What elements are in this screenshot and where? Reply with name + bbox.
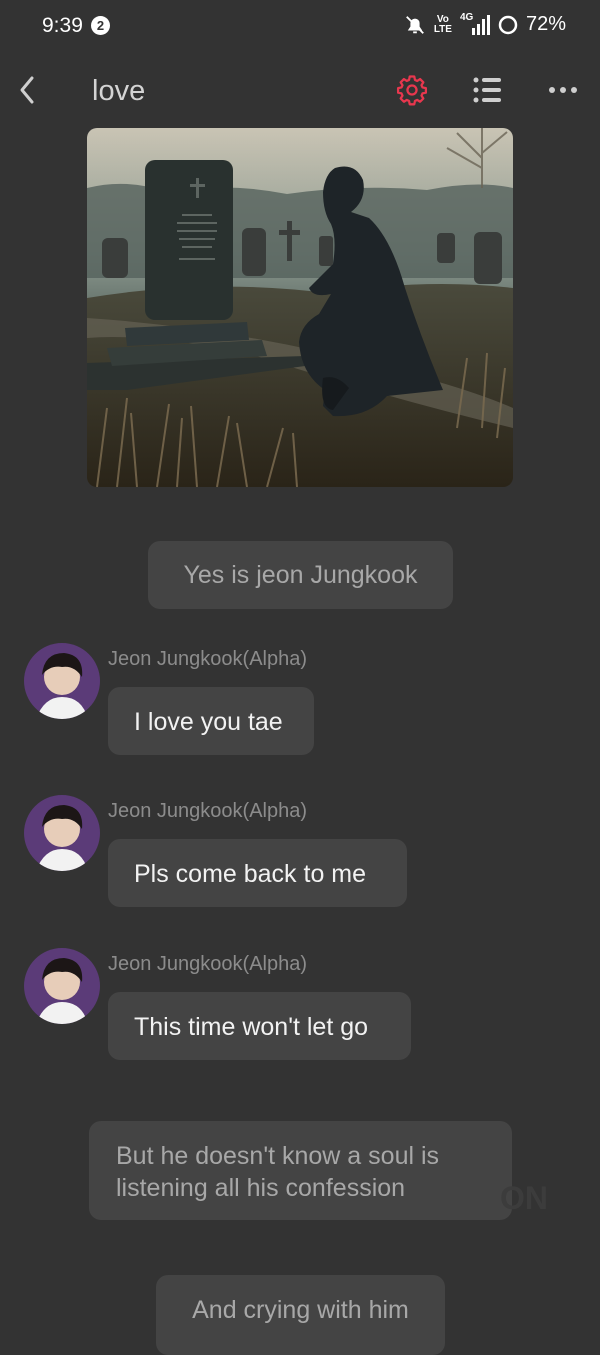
battery-percentage: 72%: [525, 13, 566, 35]
chevron-left-icon: [20, 76, 34, 104]
avatar[interactable]: [24, 643, 100, 719]
narration-bubble: Yes is jeon Jungkook: [148, 541, 453, 609]
avatar[interactable]: [24, 948, 100, 1024]
chapter-list-button[interactable]: [471, 75, 503, 105]
sender-name: Jeon Jungkook(Alpha): [108, 648, 308, 670]
volte-icon: Vo LTE: [433, 13, 452, 35]
watermark: ON: [500, 1180, 548, 1216]
sender-name: Jeon Jungkook(Alpha): [108, 800, 308, 822]
graveyard-scene-image[interactable]: [87, 128, 513, 487]
message-bubble: Pls come back to me: [108, 839, 407, 907]
avatar-portrait-icon: [24, 948, 100, 1024]
notification-count-badge: 2: [91, 16, 110, 35]
battery-icon: [498, 15, 518, 35]
status-time: 9:39: [42, 14, 83, 37]
message-bubble: This time won't let go: [108, 992, 411, 1060]
list-icon: [473, 77, 501, 103]
signal-icon: 4G: [460, 12, 490, 36]
avatar-portrait-icon: [24, 643, 100, 719]
narration-bubble: And crying with him: [156, 1275, 445, 1355]
avatar[interactable]: [24, 795, 100, 871]
more-options-button[interactable]: [546, 76, 580, 104]
chat-title: love: [92, 75, 146, 107]
message-bubble: I love you tae: [108, 687, 314, 755]
back-button[interactable]: [14, 74, 42, 106]
avatar-portrait-icon: [24, 795, 100, 871]
status-icons: Vo LTE 4G 72%: [404, 12, 566, 36]
sender-name: Jeon Jungkook(Alpha): [108, 953, 308, 975]
settings-button[interactable]: [395, 73, 429, 107]
narration-bubble: But he doesn't know a soul is listening …: [89, 1121, 512, 1220]
mute-icon: [404, 14, 426, 36]
gear-icon: [396, 75, 428, 106]
more-horizontal-icon: [549, 87, 577, 93]
